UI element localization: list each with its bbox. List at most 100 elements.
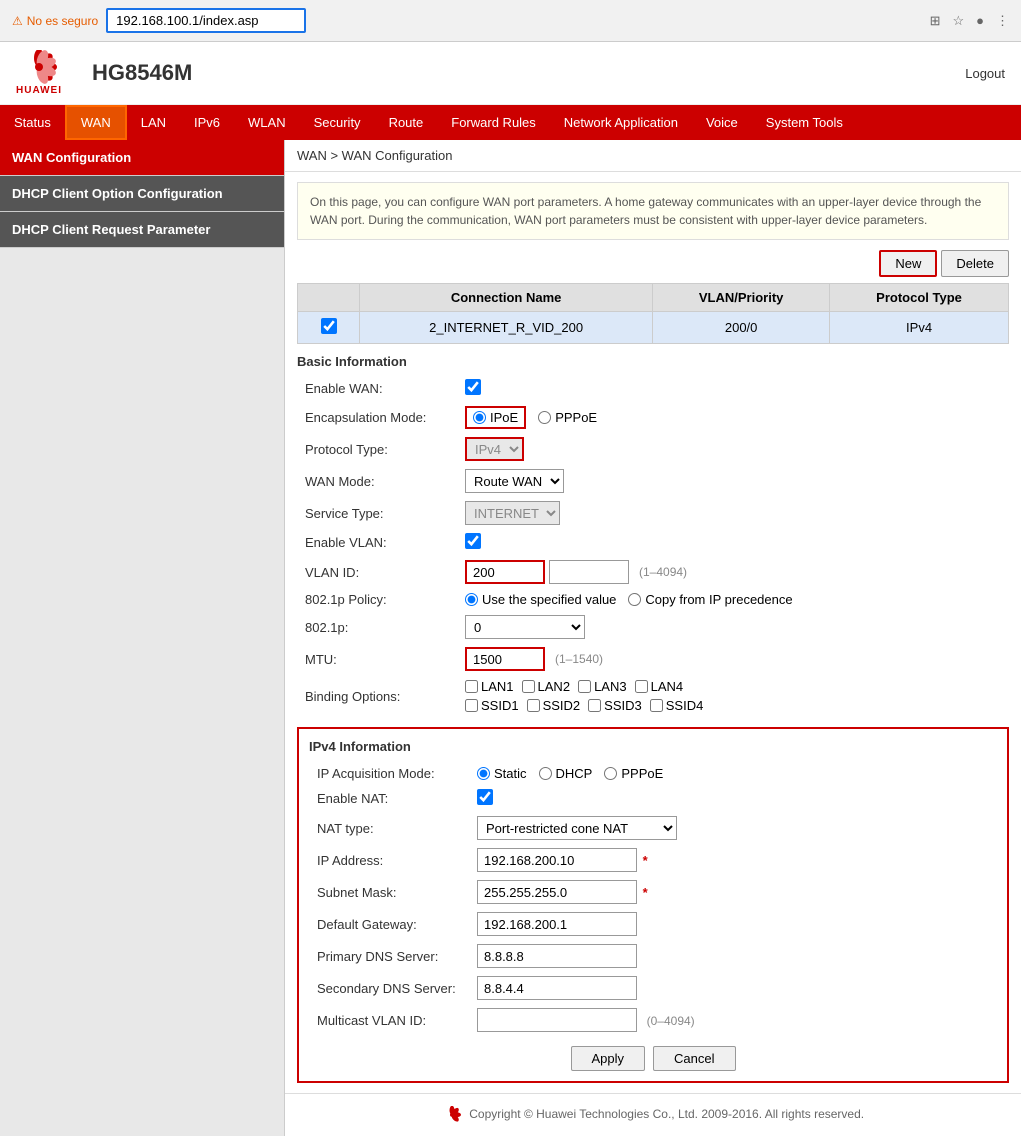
nav-route[interactable]: Route — [375, 105, 438, 140]
nav-wan[interactable]: WAN — [65, 105, 127, 140]
ip-acquisition-cell: Static DHCP PPPoE — [469, 762, 997, 785]
nat-type-select[interactable]: Port-restricted cone NAT — [477, 816, 677, 840]
dhcp-radio[interactable] — [539, 767, 552, 780]
vlan-id-input2[interactable] — [549, 560, 629, 584]
enable-nat-row: Enable NAT: — [309, 785, 997, 812]
ip-address-cell: * — [469, 844, 997, 876]
protocol-type-select[interactable]: IPv4 — [465, 437, 524, 461]
lan3-checkbox[interactable] — [578, 680, 591, 693]
encapsulation-row: Encapsulation Mode: IPoE PPPo — [297, 402, 1009, 433]
apply-cancel-row: Apply Cancel — [309, 1046, 997, 1071]
ip-address-label: IP Address: — [309, 844, 469, 876]
nav-lan[interactable]: LAN — [127, 105, 180, 140]
lan4-checkbox[interactable] — [635, 680, 648, 693]
ip-acquisition-label: IP Acquisition Mode: — [309, 762, 469, 785]
ssid3-option: SSID3 — [588, 698, 642, 713]
nav-wlan[interactable]: WLAN — [234, 105, 300, 140]
wan-mode-cell: Route WAN — [457, 465, 1009, 497]
row-checkbox[interactable] — [321, 318, 337, 334]
lan4-option: LAN4 — [635, 679, 684, 694]
binding-cell: LAN1 LAN2 LAN3 — [457, 675, 1009, 717]
binding-options: LAN1 LAN2 LAN3 — [465, 679, 1001, 713]
nav-status[interactable]: Status — [0, 105, 65, 140]
dns1-row: Primary DNS Server: — [309, 940, 997, 972]
huawei-logo: HUAWEI — [16, 50, 62, 96]
ipv4-form: IP Acquisition Mode: Static D — [309, 762, 997, 1036]
enable-vlan-cell — [457, 529, 1009, 556]
dhcp-label: DHCP — [556, 766, 593, 781]
lan2-checkbox[interactable] — [522, 680, 535, 693]
mtu-cell: (1–1540) — [457, 643, 1009, 675]
enable-nat-checkbox[interactable] — [477, 789, 493, 805]
static-label: Static — [494, 766, 527, 781]
pppoe-radio[interactable] — [538, 411, 551, 424]
ssid1-option: SSID1 — [465, 698, 519, 713]
lan3-option: LAN3 — [578, 679, 627, 694]
subnet-mask-input[interactable] — [477, 880, 637, 904]
apply-button[interactable]: Apply — [571, 1046, 646, 1071]
sidebar-item-dhcp-request[interactable]: DHCP Client Request Parameter — [0, 212, 284, 248]
policy-specified-option: Use the specified value — [465, 592, 616, 607]
basic-info-section: Basic Information Enable WAN: Encapsulat… — [297, 354, 1009, 717]
lan3-label: LAN3 — [594, 679, 627, 694]
service-type-row: Service Type: INTERNET — [297, 497, 1009, 529]
nav-security[interactable]: Security — [300, 105, 375, 140]
row-checkbox-cell[interactable] — [298, 312, 360, 344]
binding-row1: LAN1 LAN2 LAN3 — [465, 679, 1001, 694]
ssid1-label: SSID1 — [481, 698, 519, 713]
nat-type-cell: Port-restricted cone NAT — [469, 812, 997, 844]
row-connection-name: 2_INTERNET_R_VID_200 — [360, 312, 653, 344]
policy-copy-radio[interactable] — [628, 593, 641, 606]
new-button[interactable]: New — [879, 250, 937, 277]
ssid2-checkbox[interactable] — [527, 699, 540, 712]
mtu-label: MTU: — [297, 643, 457, 675]
info-box: On this page, you can configure WAN port… — [297, 182, 1009, 240]
lan2-option: LAN2 — [522, 679, 571, 694]
default-gateway-input[interactable] — [477, 912, 637, 936]
dns1-input[interactable] — [477, 944, 637, 968]
nav-network-application[interactable]: Network Application — [550, 105, 692, 140]
delete-button[interactable]: Delete — [941, 250, 1009, 277]
dns2-label: Secondary DNS Server: — [309, 972, 469, 1004]
8021p-select[interactable]: 0 — [465, 615, 585, 639]
encapsulation-label: Encapsulation Mode: — [297, 402, 457, 433]
enable-vlan-checkbox[interactable] — [465, 533, 481, 549]
vlan-hint: (1–4094) — [639, 565, 687, 579]
ipoe-radio[interactable] — [473, 411, 486, 424]
pppoe-radio-acq[interactable] — [604, 767, 617, 780]
content-area: WAN Configuration DHCP Client Option Con… — [0, 140, 1021, 1136]
dns1-label: Primary DNS Server: — [309, 940, 469, 972]
nav-system-tools[interactable]: System Tools — [752, 105, 857, 140]
sidebar-item-dhcp-option[interactable]: DHCP Client Option Configuration — [0, 176, 284, 212]
nav-forward-rules[interactable]: Forward Rules — [437, 105, 550, 140]
multicast-input[interactable] — [477, 1008, 637, 1032]
sidebar-item-wan-config[interactable]: WAN Configuration — [0, 140, 284, 176]
url-bar[interactable] — [106, 8, 306, 33]
ssid3-checkbox[interactable] — [588, 699, 601, 712]
policy-specified-radio[interactable] — [465, 593, 478, 606]
binding-row2: SSID1 SSID2 SSID3 — [465, 698, 1001, 713]
enable-wan-cell — [457, 375, 1009, 402]
enable-wan-checkbox[interactable] — [465, 379, 481, 395]
ip-address-input[interactable] — [477, 848, 637, 872]
ssid4-option: SSID4 — [650, 698, 704, 713]
static-radio[interactable] — [477, 767, 490, 780]
pppoe-option-acq: PPPoE — [604, 766, 663, 781]
lan1-checkbox[interactable] — [465, 680, 478, 693]
nav-voice[interactable]: Voice — [692, 105, 752, 140]
basic-info-title: Basic Information — [297, 354, 1009, 369]
action-row: New Delete — [297, 250, 1009, 277]
cancel-button[interactable]: Cancel — [653, 1046, 735, 1071]
vlan-id-input[interactable] — [465, 560, 545, 584]
wan-mode-select[interactable]: Route WAN — [465, 469, 564, 493]
ssid1-checkbox[interactable] — [465, 699, 478, 712]
nav-ipv6[interactable]: IPv6 — [180, 105, 234, 140]
dns2-input[interactable] — [477, 976, 637, 1000]
ssid4-checkbox[interactable] — [650, 699, 663, 712]
table-row[interactable]: 2_INTERNET_R_VID_200 200/0 IPv4 — [298, 312, 1009, 344]
mtu-input[interactable] — [465, 647, 545, 671]
service-type-select[interactable]: INTERNET — [465, 501, 560, 525]
main-content: WAN > WAN Configuration On this page, yo… — [285, 140, 1021, 1136]
logout-button[interactable]: Logout — [965, 66, 1005, 81]
huawei-flower-icon — [19, 50, 59, 85]
